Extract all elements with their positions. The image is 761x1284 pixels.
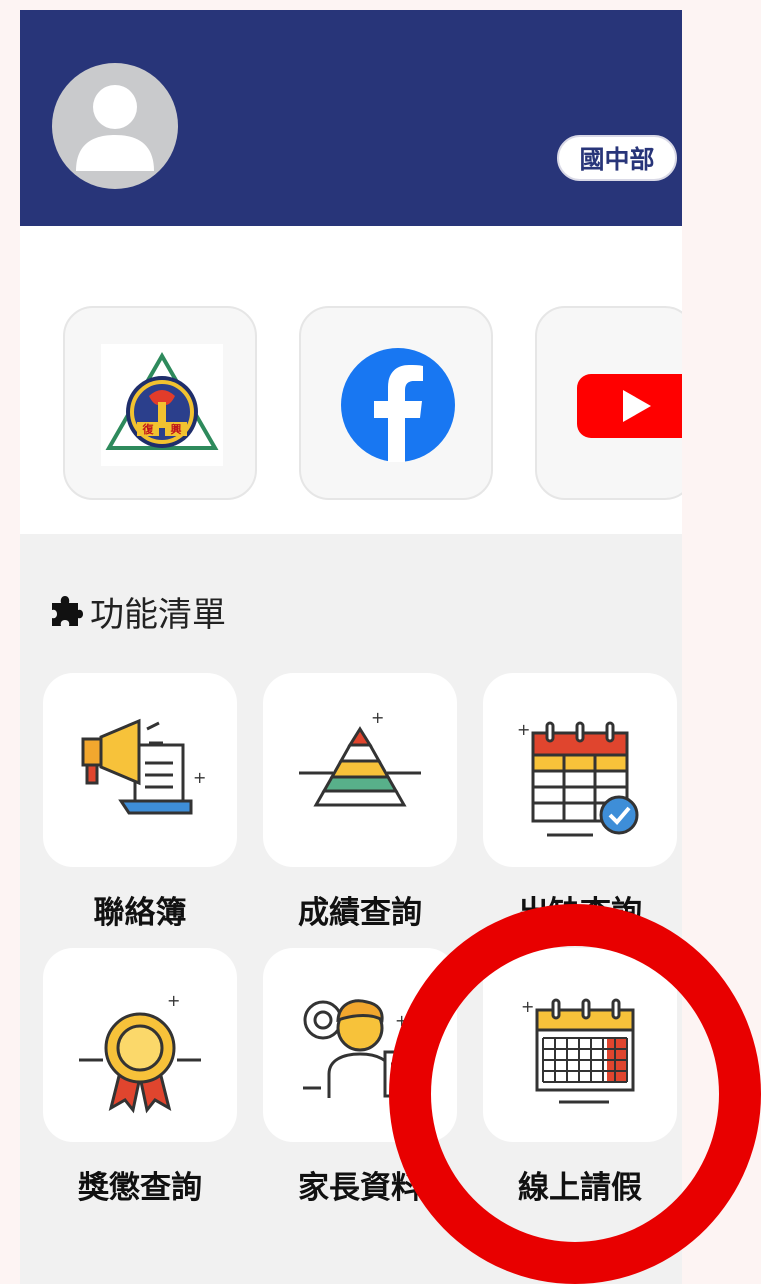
school-emblem-icon: 復 興 — [101, 344, 223, 466]
facebook-icon — [341, 348, 455, 462]
parent-profile-icon: + — [303, 999, 421, 1098]
megaphone-notice-icon: + — [81, 718, 206, 815]
quick-link-youtube[interactable] — [535, 306, 682, 500]
function-parent-info-label: 家長資料 — [298, 1170, 422, 1206]
calendar-leave-icon: + — [521, 997, 635, 1104]
function-online-leave[interactable]: + — [483, 948, 677, 1142]
svg-text:+: + — [395, 1011, 408, 1030]
function-parent-info[interactable]: + — [263, 948, 457, 1142]
function-awards-label: 獎懲查詢 — [78, 1170, 202, 1206]
function-awards[interactable]: + — [43, 948, 237, 1142]
function-contact-book-label: 聯絡簿 — [93, 895, 187, 931]
svg-text:+: + — [521, 997, 534, 1016]
function-grades[interactable]: + — [263, 673, 457, 867]
avatar[interactable] — [52, 63, 178, 189]
pyramid-chart-icon: + — [299, 708, 421, 807]
quick-links-bar: 復 興 — [20, 226, 682, 534]
quick-link-facebook[interactable] — [299, 306, 493, 500]
function-grades-label: 成績查詢 — [298, 895, 422, 931]
svg-text:復: 復 — [142, 422, 155, 436]
department-badge[interactable]: 國中部 — [557, 135, 677, 181]
function-attendance[interactable]: + — [483, 673, 677, 867]
function-online-leave-label: 線上請假 — [518, 1170, 642, 1206]
function-attendance-label: 出缺查詢 — [518, 895, 642, 931]
app-header: 國中部 — [20, 10, 682, 226]
puzzle-icon — [52, 596, 83, 626]
quick-link-school[interactable]: 復 興 — [63, 306, 257, 500]
svg-text:+: + — [517, 720, 530, 739]
svg-text:興: 興 — [171, 422, 182, 436]
section-title-label: 功能清單 — [90, 594, 226, 635]
calendar-check-icon: + — [517, 720, 639, 837]
youtube-icon — [577, 374, 682, 438]
phone-screen: 國中部 復 興 功能清單 + 聯絡簿 + 成績查詢 + 出缺查詢 + 獎懲查詢 … — [20, 10, 682, 1284]
svg-text:+: + — [371, 708, 384, 727]
user-avatar-icon — [76, 85, 154, 171]
svg-text:+: + — [167, 991, 180, 1010]
function-list-title: 功能清單 — [48, 586, 226, 636]
svg-text:+: + — [193, 768, 206, 787]
award-medal-icon: + — [79, 991, 201, 1114]
function-contact-book[interactable]: + — [43, 673, 237, 867]
